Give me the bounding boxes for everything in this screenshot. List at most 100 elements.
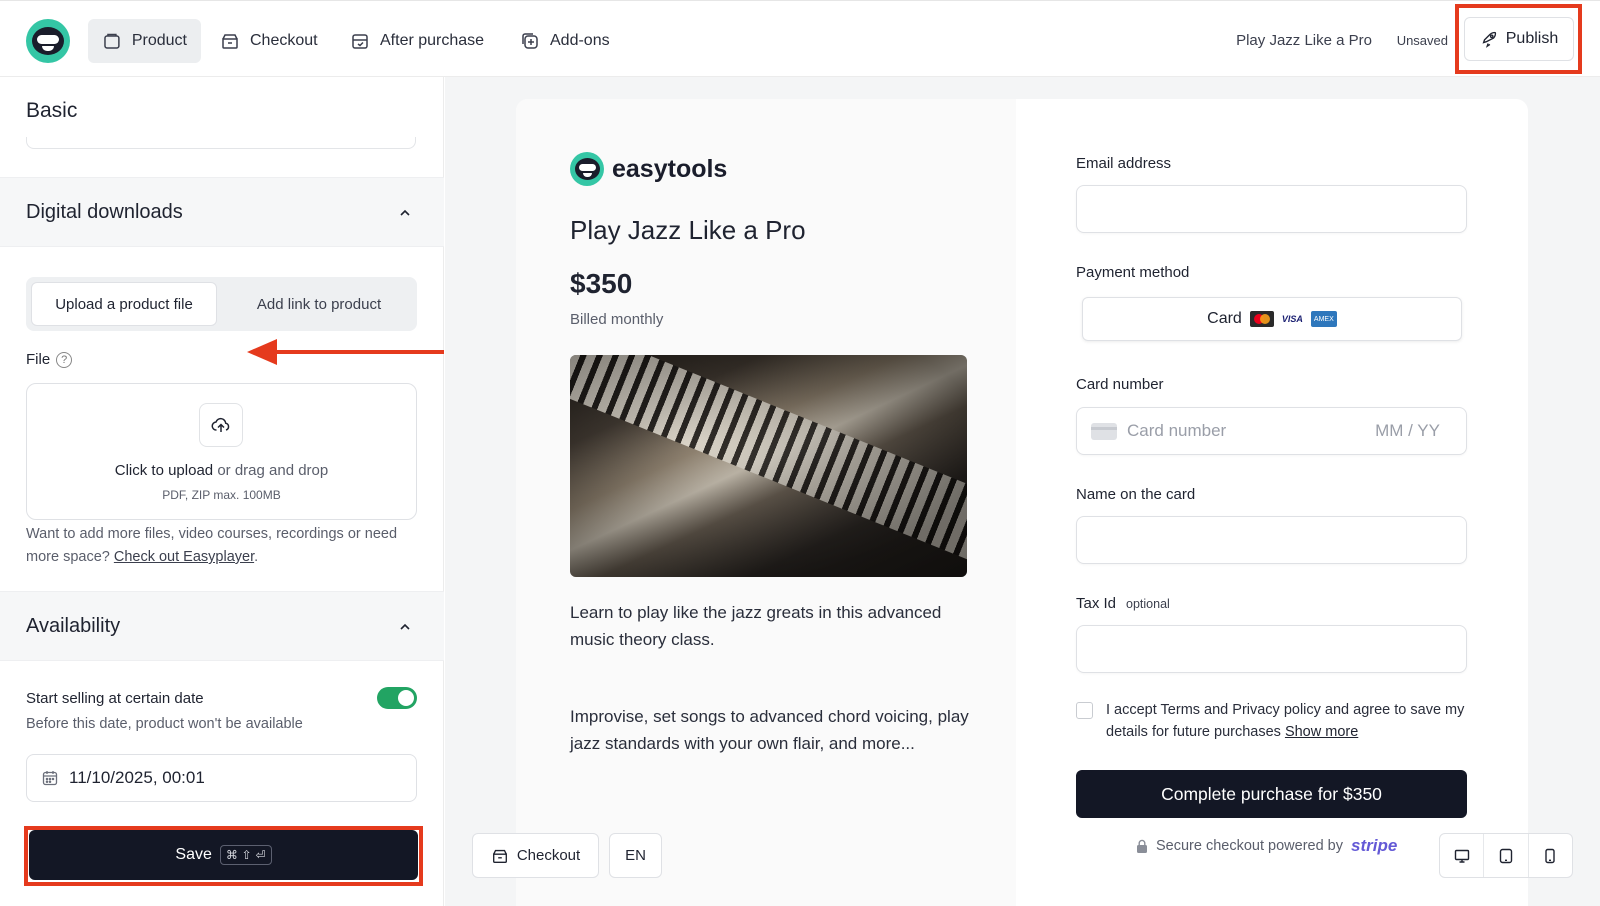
lock-icon — [1137, 839, 1147, 853]
product-summary: easytools Play Jazz Like a Pro $350 Bill… — [516, 99, 1016, 906]
mobile-icon — [1545, 848, 1556, 863]
product-description-1: Learn to play like the jazz greats in th… — [570, 603, 942, 649]
tab-checkout-label: Checkout — [250, 32, 318, 49]
dropzone-action[interactable]: Click to upload — [115, 462, 213, 479]
mobile-view-button[interactable] — [1527, 834, 1572, 877]
easytools-logo-icon[interactable] — [26, 19, 70, 63]
tab-add-ons-label: Add-ons — [550, 32, 610, 49]
card-number-field[interactable]: Card number MM / YY — [1076, 407, 1467, 455]
payment-option-label: Card — [1207, 310, 1242, 327]
easyplayer-link[interactable]: Check out Easyplayer — [114, 549, 254, 565]
tab-product-label: Product — [131, 32, 187, 49]
desktop-icon — [1454, 849, 1469, 863]
basic-field[interactable] — [26, 137, 416, 149]
product-image-piano — [570, 355, 967, 577]
checkout-view-label: Checkout — [516, 847, 581, 864]
start-selling-label: Start selling at certain date — [26, 690, 204, 707]
section-basic-title: Basic — [26, 99, 78, 122]
show-more-link[interactable]: Show more — [1285, 724, 1358, 740]
help-icon[interactable]: ? — [56, 351, 73, 368]
card-number-placeholder: Card number — [1127, 421, 1227, 440]
name-on-card-field[interactable] — [1076, 516, 1467, 564]
visa-icon: VISA — [1281, 314, 1303, 324]
optional-tag: optional — [1126, 597, 1170, 611]
section-availability[interactable]: Availability — [0, 591, 444, 661]
dropzone-text: Click to upload or drag and drop — [27, 462, 416, 479]
product-price: $350 — [570, 268, 633, 299]
billing-period: Billed monthly — [570, 311, 664, 328]
checkout-view-selector[interactable]: Checkout — [472, 833, 599, 878]
tax-id-field[interactable] — [1076, 625, 1467, 673]
calendar-icon — [42, 771, 58, 786]
name-on-card-label: Name on the card — [1076, 486, 1196, 503]
product-name: Play Jazz Like a Pro — [1236, 32, 1372, 49]
section-availability-title: Availability — [26, 615, 121, 637]
desktop-view-button[interactable] — [1440, 834, 1483, 877]
tax-id-label: Tax Id optional — [1076, 595, 1170, 612]
top-bar: Product Checkout After purchase Add-ons … — [0, 0, 1600, 77]
secure-checkout-note: Secure checkout powered by stripe — [1136, 836, 1397, 856]
status-badge: Unsaved — [1396, 33, 1448, 48]
product-icon — [104, 33, 120, 49]
secure-text: Secure checkout powered by — [1156, 838, 1343, 854]
cloud-upload-icon — [211, 417, 230, 432]
save-shortcut: ⌘ ⇧ ⏎ — [219, 845, 272, 865]
email-field[interactable] — [1076, 185, 1467, 233]
save-button[interactable]: Save ⌘ ⇧ ⏎ — [29, 830, 418, 880]
card-number-label: Card number — [1076, 376, 1164, 393]
language-label: EN — [625, 847, 646, 864]
tablet-icon — [1499, 848, 1513, 863]
left-panel: Basic Digital downloads Upload a product… — [0, 77, 444, 906]
file-source-toggle: Upload a product file Add link to produc… — [26, 277, 417, 331]
expiry-placeholder: MM / YY — [1375, 421, 1440, 440]
complete-purchase-button[interactable]: Complete purchase for $350 — [1076, 770, 1467, 818]
file-label: File ? — [26, 351, 73, 368]
easytools-logo-icon — [570, 152, 604, 186]
device-preview-switcher — [1439, 833, 1573, 878]
tablet-view-button[interactable] — [1483, 834, 1527, 877]
tab-upload-file[interactable]: Upload a product file — [31, 282, 217, 326]
section-digital-downloads-title: Digital downloads — [26, 201, 183, 223]
after-purchase-icon — [352, 34, 368, 49]
terms-text: I accept Terms and Privacy policy and ag… — [1106, 699, 1466, 743]
tab-product[interactable]: Product — [88, 19, 201, 63]
payment-method-label: Payment method — [1076, 264, 1190, 281]
chevron-up-icon[interactable] — [396, 204, 414, 222]
publish-button[interactable]: Publish — [1464, 17, 1574, 61]
chevron-up-icon[interactable] — [396, 618, 414, 636]
file-dropzone[interactable]: Click to upload or drag and drop PDF, ZI… — [26, 383, 417, 520]
payment-method-card[interactable]: Card VISA AMEX — [1082, 297, 1462, 341]
start-selling-toggle[interactable] — [377, 687, 417, 709]
file-label-text: File — [26, 351, 51, 368]
start-date-value: 11/10/2025, 00:01 — [69, 768, 205, 787]
stripe-logo: stripe — [1351, 836, 1398, 855]
dropzone-rest: or drag and drop — [217, 462, 329, 479]
start-selling-description: Before this date, product won't be avail… — [26, 716, 303, 732]
mastercard-icon — [1249, 311, 1274, 327]
save-label: Save — [175, 846, 212, 863]
language-selector[interactable]: EN — [609, 833, 662, 878]
tab-after-purchase[interactable]: After purchase — [336, 19, 498, 63]
tab-checkout[interactable]: Checkout — [206, 19, 332, 63]
tab-add-link[interactable]: Add link to product — [226, 282, 412, 326]
product-title: Play Jazz Like a Pro — [570, 215, 806, 245]
upload-button[interactable] — [199, 403, 243, 447]
red-arrow-annotation — [247, 339, 444, 365]
product-description-2: Improvise, set songs to advanced chord v… — [570, 707, 969, 753]
start-date-field[interactable]: 11/10/2025, 00:01 — [26, 754, 417, 802]
publish-label: Publish — [1505, 30, 1559, 47]
amex-icon: AMEX — [1310, 311, 1337, 327]
tab-after-purchase-label: After purchase — [380, 32, 485, 49]
credit-card-icon — [1091, 422, 1117, 440]
checkout-icon — [492, 849, 507, 863]
terms-checkbox[interactable] — [1076, 702, 1093, 719]
section-digital-downloads[interactable]: Digital downloads — [0, 177, 444, 247]
add-ons-icon — [522, 33, 538, 49]
tax-id-label-text: Tax Id — [1076, 595, 1117, 612]
tab-add-ons[interactable]: Add-ons — [506, 19, 624, 63]
brand: easytools — [570, 152, 727, 186]
brand-name: easytools — [612, 154, 728, 183]
rocket-icon — [1482, 31, 1496, 48]
email-label: Email address — [1076, 155, 1172, 172]
dropzone-hint: PDF, ZIP max. 100MB — [162, 488, 281, 502]
